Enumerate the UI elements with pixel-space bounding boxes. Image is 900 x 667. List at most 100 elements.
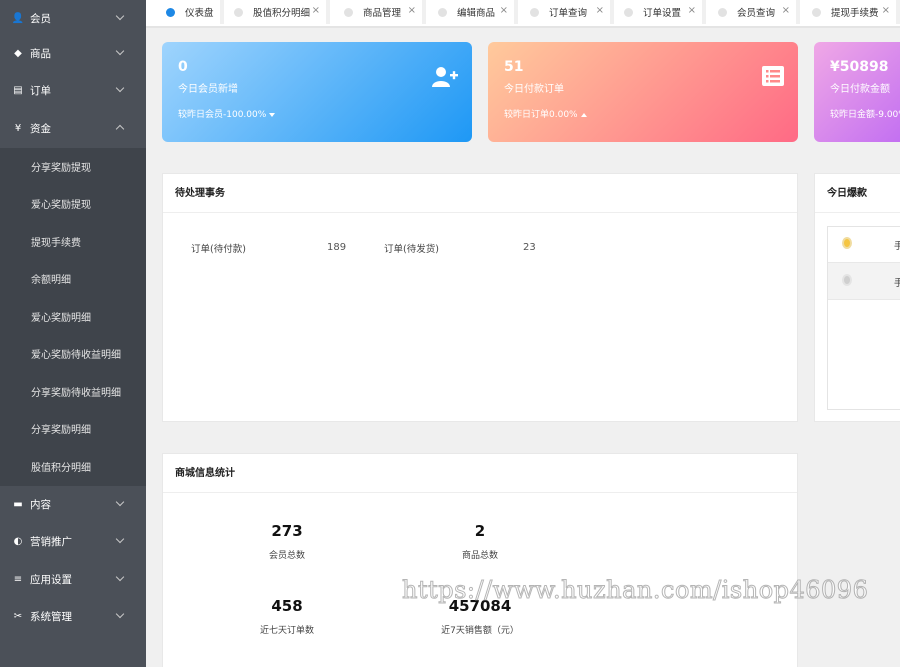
tab-label: 商品管理 bbox=[363, 8, 402, 19]
tab-order-query[interactable]: 订单查询 × bbox=[520, 0, 614, 24]
wrench-icon: ✂ bbox=[13, 611, 23, 622]
card-compare: 较昨日订单0.00% bbox=[504, 107, 782, 120]
sidebar-subitem[interactable]: 股值积分明细 bbox=[0, 448, 146, 485]
tab-member-query[interactable]: 会员查询 × bbox=[708, 0, 800, 24]
user-icon: 👤 bbox=[11, 13, 25, 24]
close-icon[interactable]: × bbox=[782, 5, 790, 16]
todo-item-label[interactable]: 订单(待付款) bbox=[191, 241, 246, 255]
chevron-down-icon bbox=[115, 11, 125, 21]
stat-label: 近7天销售额（元） bbox=[441, 626, 519, 636]
sidebar-subitem[interactable]: 分享奖励待收益明细 bbox=[0, 373, 146, 410]
list-icon bbox=[762, 66, 784, 89]
card-paid-orders: 51 今日付款订单 较昨日订单0.00% bbox=[488, 42, 798, 142]
chevron-down-icon bbox=[115, 572, 125, 582]
tag-icon: ◆ bbox=[14, 48, 22, 59]
todo-title: 待处理事务 bbox=[163, 174, 797, 213]
tab-order-settings[interactable]: 订单设置 × bbox=[614, 0, 706, 24]
gold-medal-icon bbox=[842, 237, 852, 249]
sidebar-subitem[interactable]: 提现手续费 bbox=[0, 223, 146, 260]
sidebar-item-label: 营销推广 bbox=[30, 536, 72, 548]
sidebar-item-app-settings[interactable]: ≡ 应用设置 bbox=[0, 561, 146, 598]
order-icon: ▤ bbox=[13, 85, 23, 96]
sidebar-item-fund[interactable]: ¥ 资金 bbox=[0, 110, 146, 147]
close-icon[interactable]: × bbox=[408, 5, 416, 16]
tab-status-dot bbox=[166, 7, 175, 17]
stat-label: 近七天订单数 bbox=[259, 626, 314, 636]
sidebar: 👤 会员 ◆ 商品 ▤ 订单 ¥ 资金 分享奖励提现 爱心奖励提现 提现手续费 … bbox=[0, 0, 146, 667]
sidebar-subitem-label: 分享奖励待收益明细 bbox=[31, 388, 121, 399]
stat-member-total: 273 会员总数 bbox=[212, 522, 362, 561]
tab-status-dot bbox=[438, 7, 447, 17]
sidebar-item-content[interactable]: ▬ 内容 bbox=[0, 486, 146, 523]
sidebar-item-goods[interactable]: ◆ 商品 bbox=[0, 35, 146, 72]
tab-edit-goods[interactable]: 编辑商品 × bbox=[428, 0, 518, 24]
sidebar-item-label: 商品 bbox=[30, 48, 51, 60]
hot-row[interactable]: 手 bbox=[828, 227, 900, 263]
tab-equity-points[interactable]: 股值积分明细 × bbox=[224, 0, 330, 24]
chevron-down-icon bbox=[115, 609, 125, 619]
sidebar-subitem-label: 爱心奖励提现 bbox=[31, 200, 91, 211]
silver-medal-icon bbox=[842, 274, 852, 286]
todo-item-label[interactable]: 订单(待发货) bbox=[384, 241, 439, 255]
sidebar-item-order[interactable]: ▤ 订单 bbox=[0, 72, 146, 109]
stats-title: 商城信息统计 bbox=[163, 454, 797, 493]
sidebar-subitem-label: 分享奖励提现 bbox=[31, 163, 91, 174]
close-icon[interactable]: × bbox=[312, 5, 320, 16]
stat-value: 458 bbox=[271, 597, 303, 615]
hot-panel: 今日爆款 手 手 bbox=[814, 173, 900, 422]
folder-icon: ▬ bbox=[13, 499, 23, 510]
gamepad-icon: ◐ bbox=[13, 536, 23, 547]
stat-goods-total: 2 商品总数 bbox=[405, 522, 555, 561]
sidebar-item-label: 应用设置 bbox=[30, 574, 72, 586]
tab-status-dot bbox=[812, 7, 821, 17]
tab-goods-manage[interactable]: 商品管理 × bbox=[334, 0, 426, 24]
chevron-down-icon bbox=[115, 497, 125, 507]
sidebar-subitem-label: 爱心奖励待收益明细 bbox=[31, 350, 121, 361]
hot-row[interactable]: 手 bbox=[828, 263, 900, 300]
sidebar-subitem-label: 分享奖励明细 bbox=[31, 425, 91, 436]
hot-row-text: 手 bbox=[894, 278, 900, 289]
sidebar-subitem[interactable]: 爱心奖励明细 bbox=[0, 298, 146, 335]
card-paid-amount: ¥50898 今日付款金额 较昨日金额-9.00% bbox=[814, 42, 900, 142]
sidebar-subitem[interactable]: 分享奖励明细 bbox=[0, 410, 146, 447]
tab-label: 股值积分明细 bbox=[253, 8, 311, 19]
tab-status-dot bbox=[718, 7, 727, 17]
tab-withdraw-fee[interactable]: 提现手续费 × bbox=[802, 0, 900, 24]
sidebar-subitem[interactable]: 分享奖励提现 bbox=[0, 148, 146, 185]
stat-value: 273 bbox=[271, 522, 303, 540]
tab-label: 会员查询 bbox=[737, 8, 776, 19]
sidebar-item-marketing[interactable]: ◐ 营销推广 bbox=[0, 523, 146, 560]
card-value: 51 bbox=[504, 59, 524, 75]
sidebar-subitem-label: 股值积分明细 bbox=[31, 463, 91, 474]
tab-status-dot bbox=[234, 7, 243, 17]
stats-panel: 商城信息统计 273 会员总数 2 商品总数 458 近七天订单数 457084… bbox=[162, 453, 798, 667]
add-user-icon bbox=[432, 66, 458, 91]
close-icon[interactable]: × bbox=[596, 5, 604, 16]
sidebar-item-member[interactable]: 👤 会员 bbox=[0, 0, 146, 37]
stat-label: 商品总数 bbox=[461, 551, 498, 561]
todo-panel: 待处理事务 订单(待付款) 189 订单(待发货) 23 bbox=[162, 173, 798, 422]
hot-title: 今日爆款 bbox=[815, 174, 900, 213]
card-compare: 较昨日会员-100.00% bbox=[178, 107, 456, 120]
caret-down-icon bbox=[269, 112, 276, 117]
card-label: 今日付款订单 bbox=[504, 84, 564, 95]
close-icon[interactable]: × bbox=[882, 5, 890, 16]
close-icon[interactable]: × bbox=[500, 5, 508, 16]
stat-7day-orders: 458 近七天订单数 bbox=[212, 597, 362, 636]
tab-dashboard[interactable]: 仪表盘 bbox=[156, 0, 224, 24]
sidebar-subitem[interactable]: 爱心奖励提现 bbox=[0, 185, 146, 222]
list-icon: ≡ bbox=[13, 574, 23, 585]
card-label: 今日付款金额 bbox=[830, 84, 890, 95]
sidebar-subitem[interactable]: 爱心奖励待收益明细 bbox=[0, 335, 146, 372]
close-icon[interactable]: × bbox=[688, 5, 696, 16]
sidebar-subitem[interactable]: 余额明细 bbox=[0, 260, 146, 297]
chevron-up-icon bbox=[115, 124, 125, 134]
sidebar-item-system[interactable]: ✂ 系统管理 bbox=[0, 598, 146, 635]
card-compare: 较昨日金额-9.00% bbox=[830, 110, 900, 120]
chevron-down-icon bbox=[115, 534, 125, 544]
card-value: 0 bbox=[178, 59, 188, 75]
caret-up-icon bbox=[580, 112, 587, 117]
chevron-down-icon bbox=[115, 83, 125, 93]
sidebar-subitem-label: 爱心奖励明细 bbox=[31, 313, 91, 324]
chevron-down-icon bbox=[115, 46, 125, 56]
